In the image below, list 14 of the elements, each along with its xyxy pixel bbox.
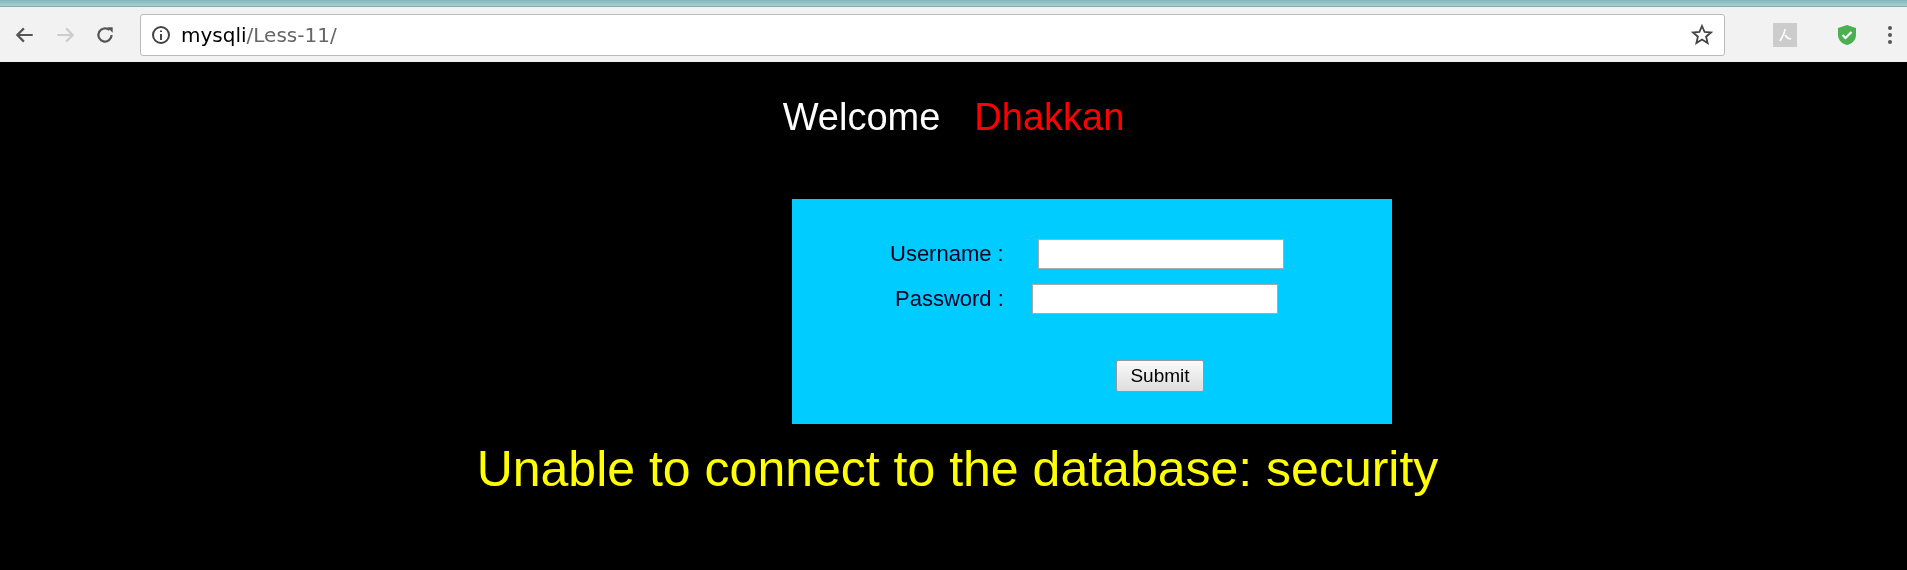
input-field[interactable] bbox=[1037, 239, 1284, 269]
address-bar[interactable]: mysqli/Less-11/ bbox=[140, 13, 1725, 56]
welcome-text: Welcome bbox=[782, 96, 941, 139]
star-icon[interactable] bbox=[1690, 22, 1714, 47]
field-label: Password : bbox=[895, 286, 1004, 312]
menu-icon[interactable] bbox=[1887, 24, 1893, 45]
shield-icon[interactable] bbox=[1835, 22, 1859, 47]
info-icon[interactable] bbox=[151, 24, 171, 45]
input-field[interactable] bbox=[1031, 284, 1278, 314]
url-text: mysqli/Less-11/ bbox=[181, 22, 338, 47]
field-label: Username : bbox=[890, 241, 1004, 267]
submit-button[interactable]: Submit bbox=[1116, 360, 1204, 392]
user-name: Dhakkan bbox=[974, 96, 1125, 139]
error-message: Unable to connect to the database: security bbox=[476, 440, 1439, 498]
